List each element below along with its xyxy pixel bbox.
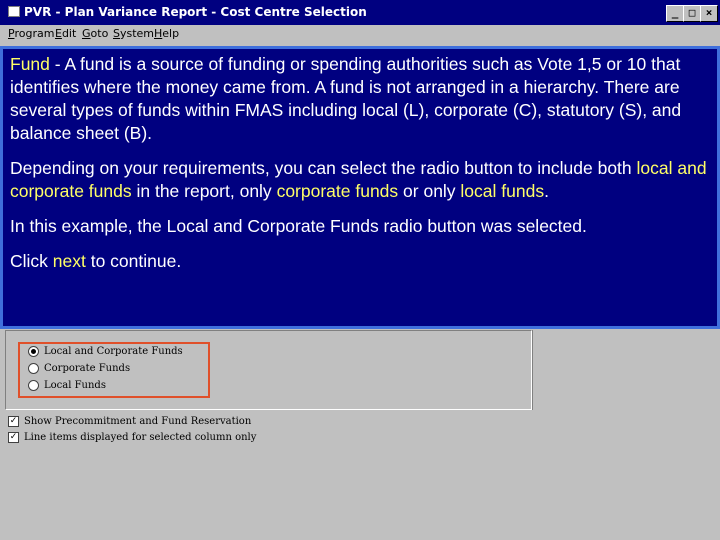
menu-system[interactable]: System: [113, 27, 154, 40]
menu-bar: Program Edit Goto System Help: [0, 25, 720, 66]
window-title: PVR - Plan Variance Report - Cost Centre…: [24, 5, 367, 19]
checkbox-checked-icon[interactable]: ✓: [8, 416, 19, 427]
fund-definition: Fund - A fund is a source of funding or …: [10, 54, 682, 143]
continue-instruction: Click next to continue.: [10, 251, 182, 271]
menu-program[interactable]: Program: [8, 27, 54, 40]
checkbox-show-precommitment[interactable]: ✓ Show Precommitment and Fund Reservation: [8, 416, 251, 427]
radio-unselected-icon[interactable]: [28, 363, 39, 374]
app-window-icon[interactable]: [8, 6, 20, 17]
panel-divider: [532, 330, 533, 410]
menu-goto[interactable]: Goto: [82, 27, 108, 40]
checkbox-checked-icon[interactable]: ✓: [8, 432, 19, 443]
next-link[interactable]: next: [53, 251, 86, 271]
radio-corporate-funds[interactable]: Corporate Funds: [28, 363, 130, 379]
radio-unselected-icon[interactable]: [28, 380, 39, 391]
title-bar: PVR - Plan Variance Report - Cost Centre…: [0, 0, 720, 25]
radio-selected-icon[interactable]: [28, 346, 39, 357]
fund-options-explanation: Depending on your requirements, you can …: [10, 158, 707, 201]
close-button[interactable]: ×: [700, 5, 718, 22]
radio-local-funds[interactable]: Local Funds: [28, 380, 106, 396]
instruction-overlay: Fund - A fund is a source of funding or …: [0, 46, 720, 329]
checkbox-line-items-selected-column[interactable]: ✓ Line items displayed for selected colum…: [8, 432, 256, 443]
maximize-button[interactable]: □: [683, 5, 701, 22]
menu-edit[interactable]: Edit: [55, 27, 76, 40]
minimize-button[interactable]: _: [666, 5, 684, 22]
menu-help[interactable]: Help: [154, 27, 179, 40]
example-note: In this example, the Local and Corporate…: [10, 216, 587, 236]
radio-local-and-corporate-funds[interactable]: Local and Corporate Funds: [28, 346, 183, 362]
